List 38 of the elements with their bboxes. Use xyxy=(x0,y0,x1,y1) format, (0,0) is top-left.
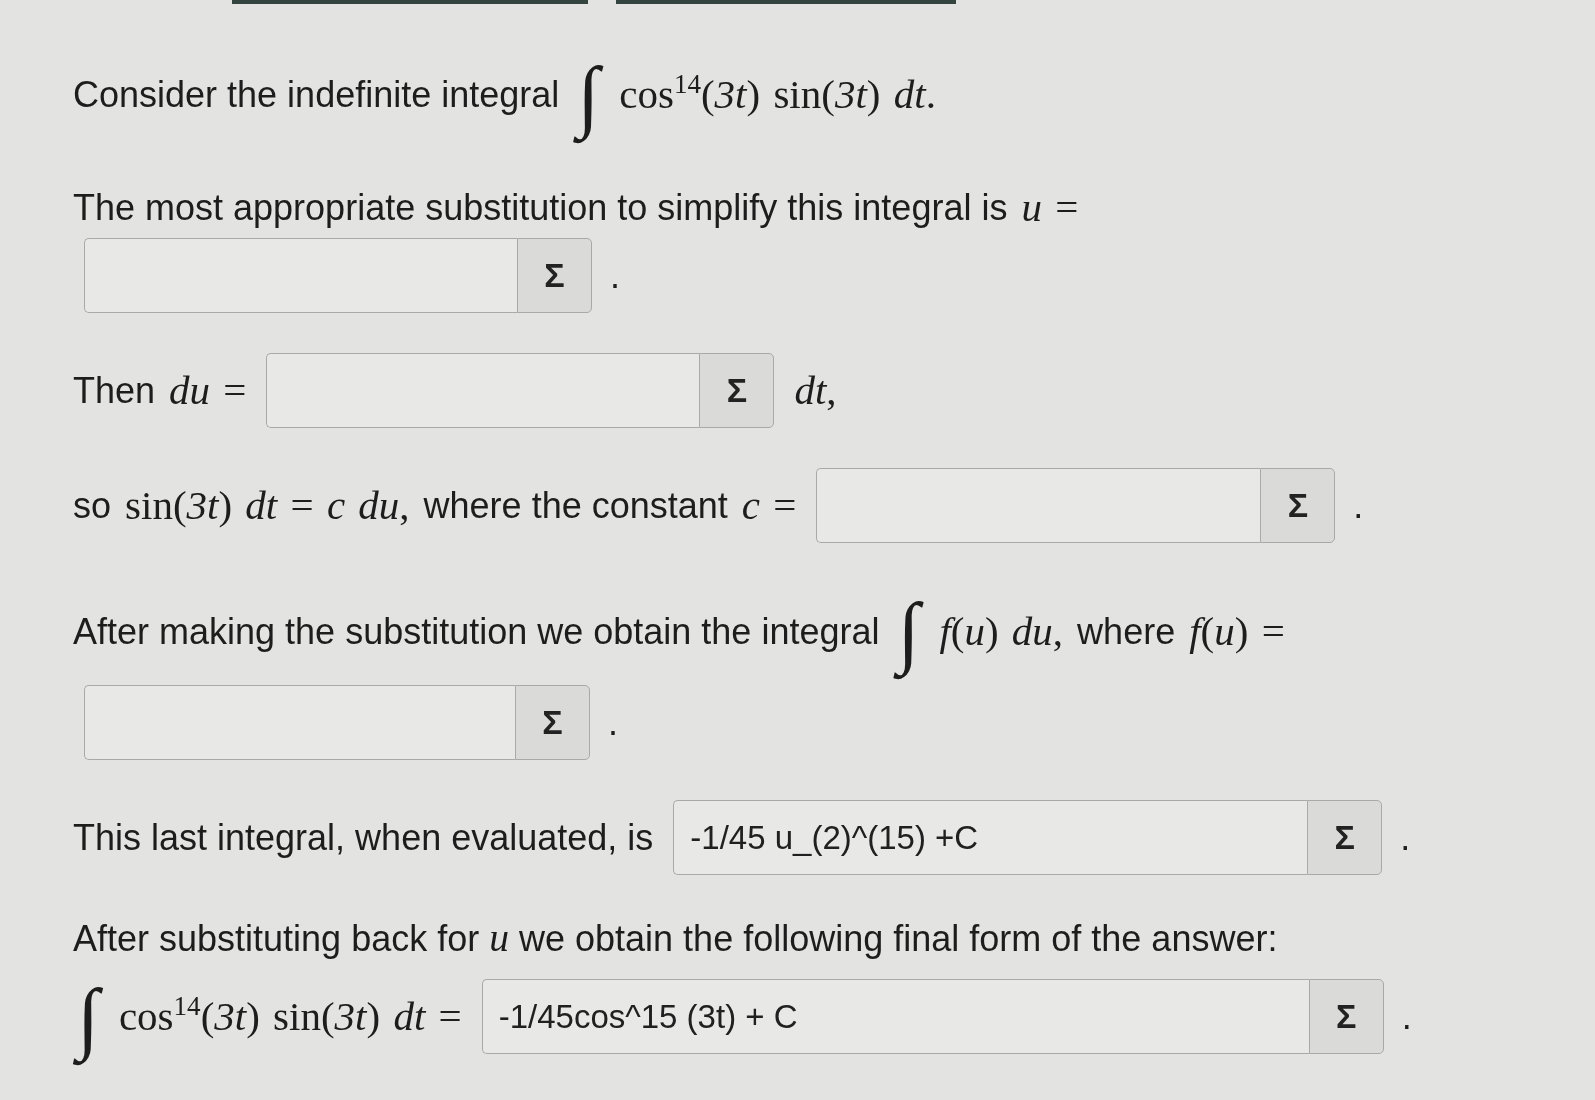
math-expression: f(u) du, xyxy=(939,606,1064,656)
integral-sign: ∫ xyxy=(73,961,105,1072)
math-expression: cos$^{14}$(3t) sin(3t) dt. xyxy=(619,70,936,120)
question-text: After making the substitution we obtain the integral xyxy=(73,609,880,653)
integral-sign: ∫ xyxy=(573,40,606,150)
answer-field[interactable] xyxy=(816,468,1261,544)
question-text: where the constant xyxy=(423,484,728,528)
punctuation: . xyxy=(610,254,620,298)
equation-editor-button[interactable]: Σ xyxy=(517,238,592,314)
question-text: The most appropriate substitution to simplify this integral is xyxy=(73,186,1008,230)
equation-editor-button[interactable]: Σ xyxy=(1307,800,1383,876)
question-text: Then xyxy=(73,369,156,413)
equation-editor-button[interactable]: Σ xyxy=(1260,468,1336,544)
punctuation: . xyxy=(1401,995,1412,1039)
equation-editor-button[interactable]: Σ xyxy=(1308,979,1384,1055)
integral-sign: ∫ xyxy=(893,576,926,687)
question-text: where xyxy=(1077,609,1176,653)
question-text: After substituting back for u we obtain the following final form of the answer: xyxy=(73,915,1278,963)
math-expression: cos$^{14}$(3t) sin(3t) dt = xyxy=(118,992,462,1042)
math-expression: f(u) = xyxy=(1189,606,1285,656)
math-expression: du = xyxy=(169,366,247,416)
equation-editor-button[interactable]: Σ xyxy=(699,353,775,429)
answer-field[interactable]: -1/45cos^15 (3t) + C xyxy=(481,979,1309,1055)
answer-field[interactable] xyxy=(84,685,515,761)
question-text: This last integral, when evaluated, is xyxy=(73,816,654,860)
punctuation: . xyxy=(1400,816,1411,860)
equation-editor-button[interactable]: Σ xyxy=(515,685,590,761)
punctuation: . xyxy=(608,701,618,745)
punctuation: . xyxy=(1353,484,1364,528)
answer-field[interactable] xyxy=(84,238,517,314)
math-expression: c = xyxy=(741,481,797,531)
question-text: Consider the indefinite integral xyxy=(73,73,560,117)
math-expression: u = xyxy=(1021,183,1079,232)
question-text: so xyxy=(73,484,112,528)
math-expression: dt, xyxy=(794,366,837,416)
math-expression: sin(3t) dt = c du, xyxy=(125,481,410,531)
answer-field[interactable] xyxy=(266,353,700,429)
answer-field[interactable]: -1/45 u_(2)^(15) +C xyxy=(673,800,1308,876)
